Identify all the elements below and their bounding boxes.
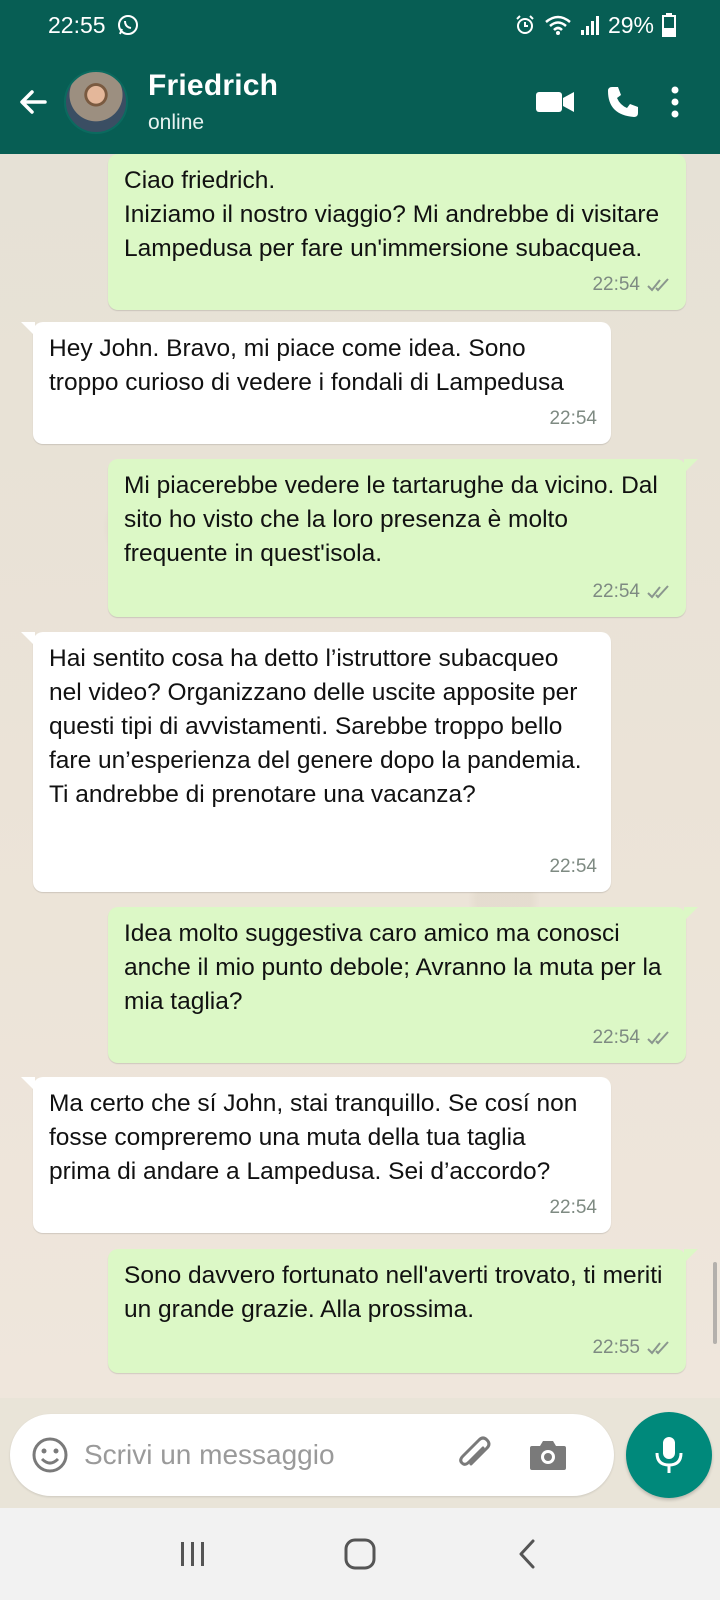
contact-info[interactable]: Friedrich online (148, 69, 278, 135)
message-text: Sono davvero fortunato nell'averti trova… (124, 1262, 663, 1323)
double-check-icon (646, 584, 672, 600)
attach-button[interactable] (450, 1431, 498, 1479)
message-time: 22:54 (592, 1027, 640, 1048)
chat-header: Friedrich online (0, 50, 720, 154)
mic-button[interactable] (626, 1412, 712, 1498)
system-nav-bar (0, 1508, 720, 1600)
battery-icon (662, 13, 676, 37)
signal-icon (580, 14, 600, 36)
message-bubble[interactable]: Idea molto suggestiva caro amico ma cono… (108, 907, 698, 1063)
double-check-icon (646, 277, 672, 293)
composer (10, 1414, 614, 1496)
double-check-icon (646, 1030, 672, 1046)
home-button[interactable] (330, 1524, 390, 1584)
message-time: 22:54 (592, 274, 640, 295)
recent-apps-icon (181, 1542, 205, 1566)
message-bubble[interactable]: Ma certo che sí John, stai tranquillo. S… (21, 1077, 611, 1233)
composer-bar (0, 1398, 720, 1508)
camera-button[interactable] (524, 1431, 572, 1479)
avatar[interactable] (64, 70, 128, 134)
message-text: Ciao friedrich. Iniziamo il nostro viagg… (124, 167, 660, 262)
whatsapp-icon (116, 13, 140, 37)
alarm-icon (514, 14, 536, 36)
voice-call-button[interactable] (604, 83, 642, 121)
message-bubble[interactable]: Hai sentito cosa ha detto l’istruttore s… (21, 632, 611, 892)
message-time: 22:54 (549, 1197, 597, 1218)
home-icon (344, 1538, 376, 1570)
status-bar: 22:55 29% (0, 0, 720, 50)
battery-percent: 29% (607, 11, 654, 38)
back-button[interactable] (2, 50, 64, 154)
message-text: Hai sentito cosa ha detto l’istruttore s… (49, 645, 582, 808)
double-check-icon (646, 1340, 672, 1356)
message-time: 22:54 (549, 856, 597, 877)
message-text: Idea molto suggestiva caro amico ma cono… (124, 920, 662, 1015)
video-call-icon (536, 92, 574, 112)
camera-icon (530, 1441, 566, 1470)
message-bubble[interactable]: Ciao friedrich. Iniziamo il nostro viagg… (108, 154, 686, 310)
mic-icon (655, 1437, 683, 1473)
back-arrow-icon (20, 90, 47, 114)
message-bubble[interactable]: Hey John. Bravo, mi piace come idea. Son… (21, 322, 611, 444)
emoji-icon (32, 1437, 68, 1473)
message-time: 22:54 (549, 408, 597, 429)
contact-name: Friedrich (148, 69, 279, 102)
message-time: 22:55 (592, 1337, 640, 1358)
attach-icon (459, 1436, 491, 1466)
message-text: Mi piacerebbe vedere le tartarughe da vi… (124, 472, 658, 567)
contact-status: online (148, 111, 205, 134)
nav-back-button[interactable] (497, 1524, 557, 1584)
status-time: 22:55 (48, 11, 106, 38)
message-input[interactable] (84, 1430, 424, 1480)
message-time: 22:54 (592, 581, 640, 602)
scrollbar[interactable] (713, 1262, 717, 1344)
message-text: Hey John. Bravo, mi piace come idea. Son… (49, 335, 564, 396)
message-text: Ma certo che sí John, stai tranquillo. S… (49, 1090, 578, 1185)
back-icon (519, 1539, 535, 1569)
recent-apps-button[interactable] (163, 1524, 223, 1584)
message-bubble[interactable]: Mi piacerebbe vedere le tartarughe da vi… (108, 459, 698, 617)
message-bubble[interactable]: Sono davvero fortunato nell'averti trova… (108, 1249, 698, 1373)
wifi-icon (544, 14, 572, 36)
emoji-button[interactable] (28, 1433, 72, 1477)
chat-area[interactable]: Ciao friedrich. Iniziamo il nostro viagg… (0, 154, 720, 1398)
phone-icon (608, 87, 638, 117)
more-options-icon (671, 86, 679, 118)
video-call-button[interactable] (534, 87, 576, 117)
more-options-button[interactable] (670, 84, 680, 120)
